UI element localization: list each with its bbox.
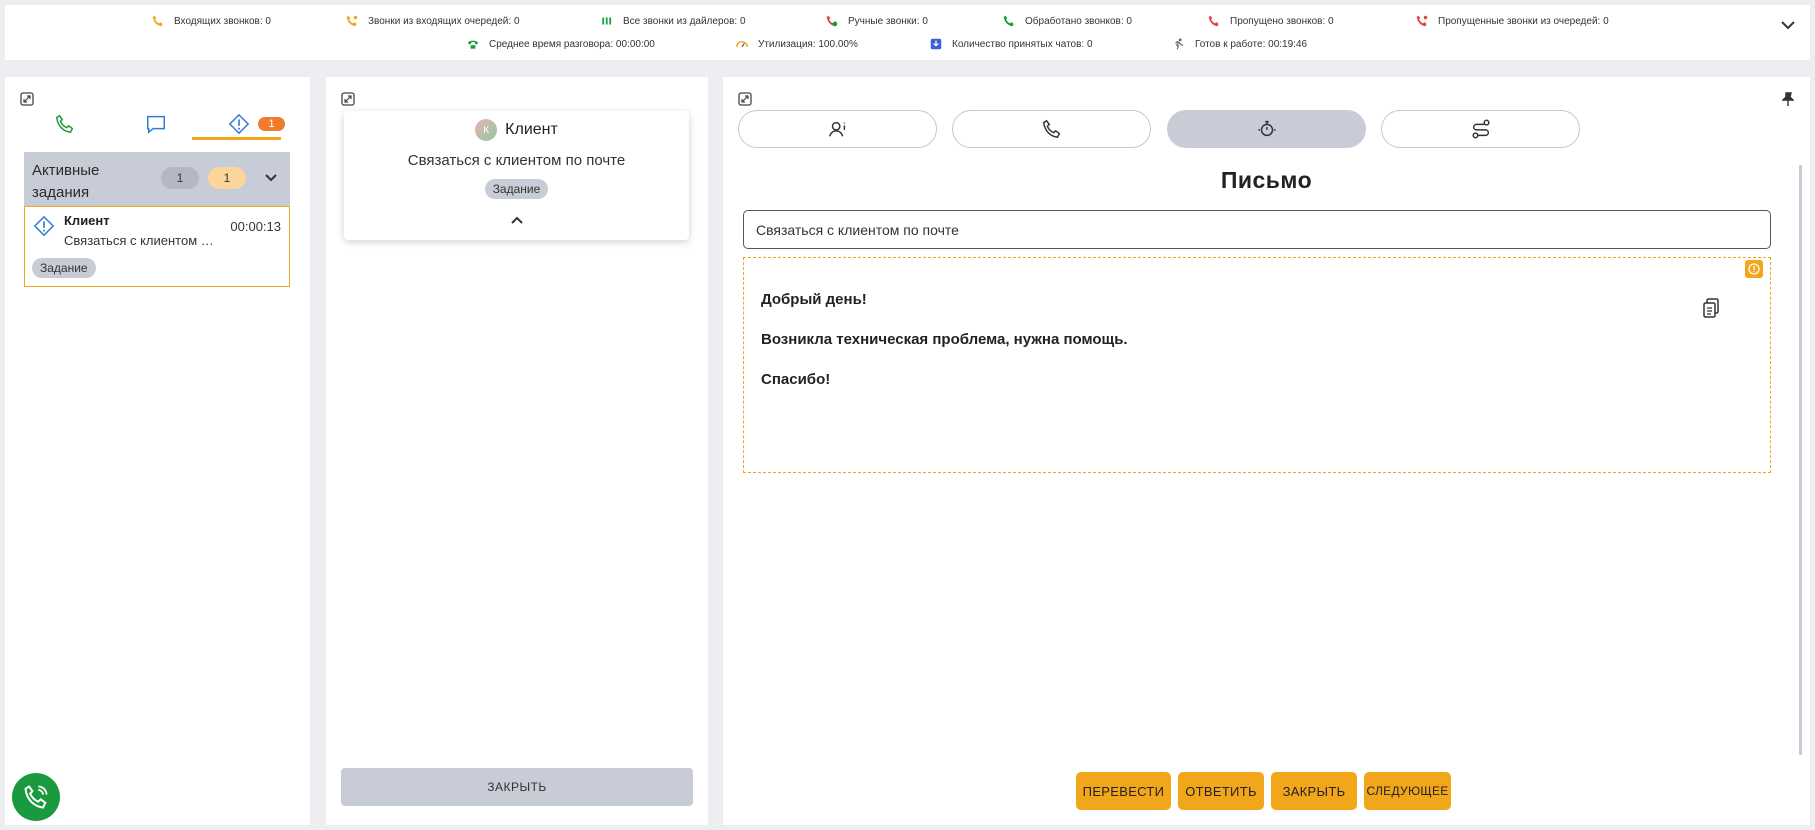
processed-calls-icon bbox=[1003, 15, 1014, 27]
task-client-name: Клиент bbox=[64, 213, 110, 228]
tab-chats[interactable] bbox=[136, 107, 176, 141]
task-description: Связаться с клиентом по почте bbox=[64, 233, 214, 248]
client-card[interactable]: К Клиент Связаться с клиентом по почте З… bbox=[344, 111, 689, 240]
tab-call-info[interactable] bbox=[952, 110, 1151, 148]
stat-manual-calls: Ручные звонки: 0 bbox=[825, 14, 928, 28]
client-card-header: К Клиент bbox=[344, 119, 689, 141]
client-tag-row: Задание bbox=[344, 179, 689, 199]
incoming-call-icon bbox=[152, 15, 163, 27]
stat-missed-calls: Пропущено звонков: 0 bbox=[1207, 14, 1334, 28]
avatar: К bbox=[475, 119, 498, 141]
stat-utilization: Утилизация: 100.00% bbox=[735, 37, 858, 51]
copy-icon[interactable] bbox=[1702, 298, 1720, 318]
tab-routing[interactable] bbox=[1381, 110, 1580, 148]
stopwatch-icon bbox=[1257, 120, 1276, 137]
active-tab-indicator bbox=[192, 137, 281, 140]
expand-icon[interactable] bbox=[341, 92, 355, 106]
chevron-down-icon[interactable] bbox=[264, 172, 278, 184]
missed-calls-icon bbox=[1208, 15, 1219, 27]
missed-queue-calls-icon bbox=[1416, 15, 1428, 27]
task-diamond-icon bbox=[33, 215, 55, 237]
client-task-description: Связаться с клиентом по почте bbox=[407, 152, 626, 169]
next-button[interactable]: СЛЕДУЮЩЕЕ bbox=[1364, 772, 1451, 810]
softphone-button[interactable] bbox=[12, 773, 60, 821]
user-info-icon bbox=[828, 121, 845, 137]
tab-tasks[interactable]: 1 bbox=[212, 107, 301, 141]
letter-line: Спасибо! bbox=[761, 371, 831, 388]
count-badge-orange: 1 bbox=[208, 167, 246, 189]
tasks-count-badge: 1 bbox=[258, 117, 285, 131]
dialer-calls-icon bbox=[602, 17, 612, 25]
count-badge-grey: 1 bbox=[161, 167, 199, 189]
subject-field[interactable] bbox=[743, 210, 1771, 249]
task-card[interactable]: Клиент Связаться с клиентом по почте 00:… bbox=[24, 206, 290, 287]
stat-accepted-chats: Количество принятых чатов: 0 bbox=[929, 37, 1093, 51]
close-button[interactable]: ЗАКРЫТЬ bbox=[1271, 772, 1357, 810]
chevron-down-icon[interactable] bbox=[1780, 19, 1796, 31]
letter-line: Возникла техническая проблема, нужна пом… bbox=[761, 331, 1128, 348]
client-task-tag: Задание bbox=[484, 179, 549, 199]
letter-line: Добрый день! bbox=[761, 291, 867, 308]
tab-task-timer[interactable] bbox=[1167, 110, 1366, 148]
stat-processed-calls: Обработано звонков: 0 bbox=[1002, 14, 1132, 28]
reply-button[interactable]: ОТВЕТИТЬ bbox=[1178, 772, 1264, 810]
page-title: Письмо bbox=[1220, 167, 1313, 193]
pin-icon[interactable] bbox=[1782, 92, 1794, 106]
tab-customer-info[interactable] bbox=[738, 110, 937, 148]
chat-icon bbox=[147, 115, 165, 134]
task-diamond-icon bbox=[229, 113, 250, 135]
stat-avg-talk-time: Среднее время разговора: 00:00:00 bbox=[466, 37, 655, 51]
warning-icon[interactable] bbox=[1745, 260, 1763, 278]
avg-talk-time-icon bbox=[467, 40, 479, 49]
stat-queue-calls: Звонки из входящих очередей: 0 bbox=[345, 14, 520, 28]
client-name: Клиент bbox=[505, 121, 558, 138]
chevron-up-icon[interactable] bbox=[510, 215, 524, 225]
routing-icon bbox=[1471, 119, 1490, 139]
utilization-gauge-icon bbox=[736, 41, 748, 48]
interaction-panel: К Клиент Связаться с клиентом по почте З… bbox=[326, 77, 708, 825]
letter-panel: Письмо Добрый день! Возникла техническая… bbox=[723, 77, 1810, 825]
phone-icon bbox=[55, 114, 74, 134]
phone-call-icon bbox=[24, 785, 48, 809]
stat-ready-status: Готов к работе: 00:19:46 bbox=[1172, 37, 1307, 51]
transfer-button[interactable]: ПЕРЕВЕСТИ bbox=[1076, 772, 1171, 810]
channel-tabs: 1 bbox=[25, 107, 301, 141]
manual-call-icon bbox=[826, 15, 838, 27]
scrollbar[interactable] bbox=[1799, 165, 1802, 755]
stat-missed-queue-calls: Пропущенные звонки из очередей: 0 bbox=[1415, 14, 1609, 28]
expand-icon[interactable] bbox=[738, 92, 752, 106]
ready-status-icon bbox=[1175, 38, 1184, 50]
expand-icon[interactable] bbox=[20, 92, 34, 106]
tab-calls[interactable] bbox=[45, 107, 85, 141]
active-tasks-group-header[interactable]: Активные задания 1 1 bbox=[24, 152, 290, 206]
task-timer: 00:00:13 bbox=[230, 219, 281, 234]
accepted-chats-icon bbox=[930, 38, 942, 50]
phone-icon bbox=[1042, 119, 1060, 139]
stats-bar: Входящих звонков: 0 Звонки из входящих о… bbox=[5, 5, 1810, 60]
group-title: Активные задания bbox=[32, 162, 100, 201]
tasks-panel: 1 Активные задания 1 1 Клиент Связаться … bbox=[5, 77, 310, 825]
task-tag: Задание bbox=[32, 258, 96, 278]
queue-calls-icon bbox=[346, 15, 358, 27]
close-interaction-button[interactable]: ЗАКРЫТЬ bbox=[341, 768, 693, 806]
stat-incoming-calls: Входящих звонков: 0 bbox=[151, 14, 271, 28]
letter-body: Добрый день! Возникла техническая пробле… bbox=[743, 257, 1771, 473]
stat-dialer-calls: Все звонки из дайлеров: 0 bbox=[600, 14, 746, 28]
